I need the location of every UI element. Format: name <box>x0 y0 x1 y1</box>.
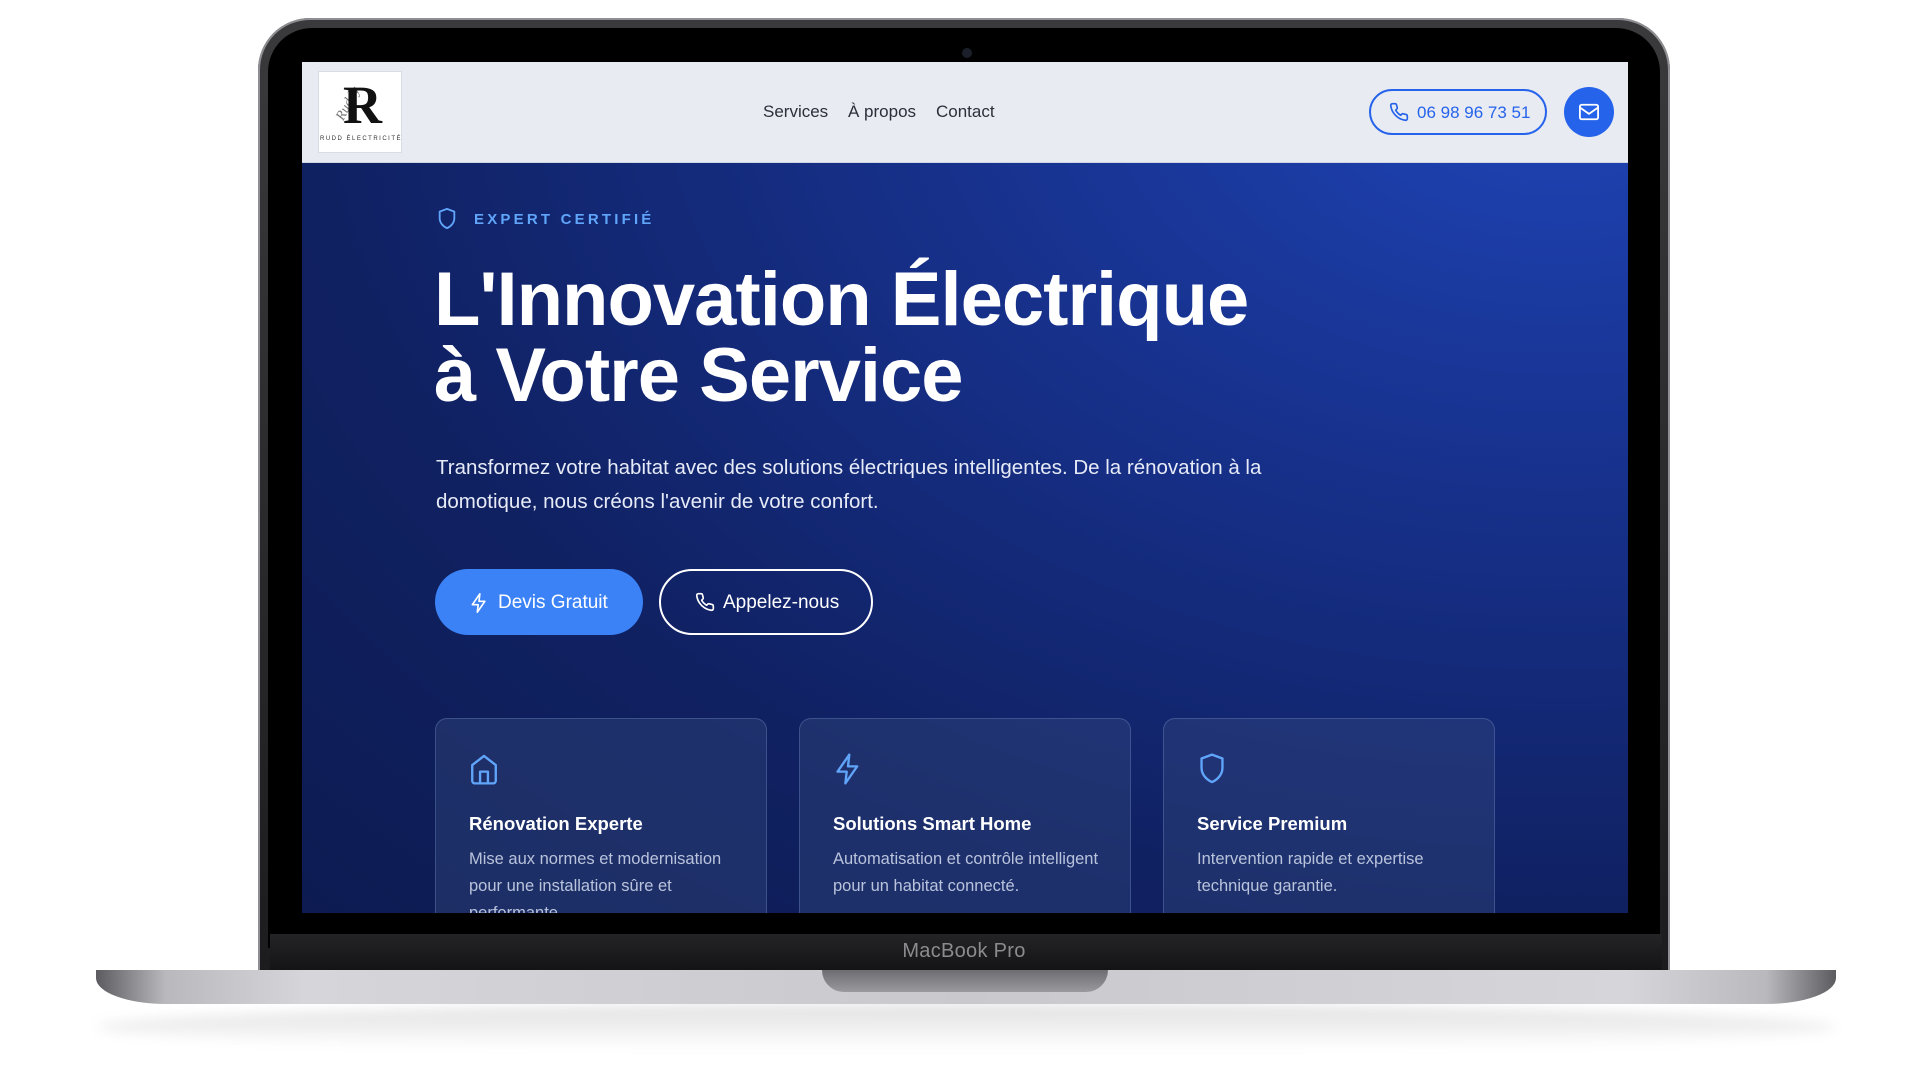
card-title: Service Premium <box>1197 813 1348 834</box>
feature-card-premium[interactable]: Service Premium Intervention rapide et e… <box>1163 718 1495 913</box>
feature-card-smart-home[interactable]: Solutions Smart Home Automatisation et c… <box>799 718 1131 913</box>
free-quote-label: Devis Gratuit <box>498 592 608 613</box>
logo-letter: R <box>343 75 382 135</box>
hero-title-line2: à Votre Service <box>434 333 964 418</box>
nav-contact[interactable]: Contact <box>936 102 995 122</box>
mail-icon <box>1578 103 1599 121</box>
bolt-icon <box>471 592 486 613</box>
phone-button[interactable]: 06 98 96 73 51 <box>1369 89 1547 135</box>
shield-icon <box>1200 753 1224 784</box>
feature-card-renovation[interactable]: Rénovation Experte Mise aux normes et mo… <box>435 718 767 913</box>
hero-title-line1: L'Innovation Électrique <box>434 257 1249 342</box>
call-us-label: Appelez-nous <box>723 592 840 613</box>
camera-dot <box>962 48 972 58</box>
website-screen: Ruddy R RUDD ÉLECTRICITÉ Services À prop… <box>302 62 1628 913</box>
mail-button[interactable] <box>1564 87 1614 137</box>
site-header: Ruddy R RUDD ÉLECTRICITÉ Services À prop… <box>302 62 1628 163</box>
nav-services[interactable]: Services <box>763 102 828 122</box>
hero-title: L'Innovation Électrique à Votre Service <box>434 262 1334 414</box>
home-icon <box>471 754 497 785</box>
logo[interactable]: Ruddy R RUDD ÉLECTRICITÉ <box>318 71 402 153</box>
bolt-icon <box>836 753 859 785</box>
free-quote-button[interactable]: Devis Gratuit <box>435 569 643 635</box>
logo-subtitle: RUDD ÉLECTRICITÉ <box>319 136 402 142</box>
hero-subtitle: Transformez votre habitat avec des solut… <box>436 456 1262 513</box>
call-us-button[interactable]: Appelez-nous <box>659 569 873 635</box>
badge-label: EXPERT CERTIFIÉ <box>474 211 655 228</box>
card-title: Solutions Smart Home <box>833 813 1032 834</box>
nav-a-propos[interactable]: À propos <box>848 102 916 122</box>
card-text: Mise aux normes et modernisation pour un… <box>469 850 722 913</box>
card-text: Automatisation et contrôle intelligent p… <box>833 850 1099 895</box>
card-title: Rénovation Experte <box>469 813 643 834</box>
laptop-notch <box>822 970 1108 992</box>
phone-icon <box>1389 102 1409 122</box>
card-text: Intervention rapide et expertise techniq… <box>1197 850 1424 895</box>
shield-icon <box>438 208 456 230</box>
device-shadow <box>96 1004 1836 1050</box>
device-label: MacBook Pro <box>902 940 1026 962</box>
phone-icon <box>695 592 715 612</box>
phone-number: 06 98 96 73 51 <box>1417 103 1531 122</box>
